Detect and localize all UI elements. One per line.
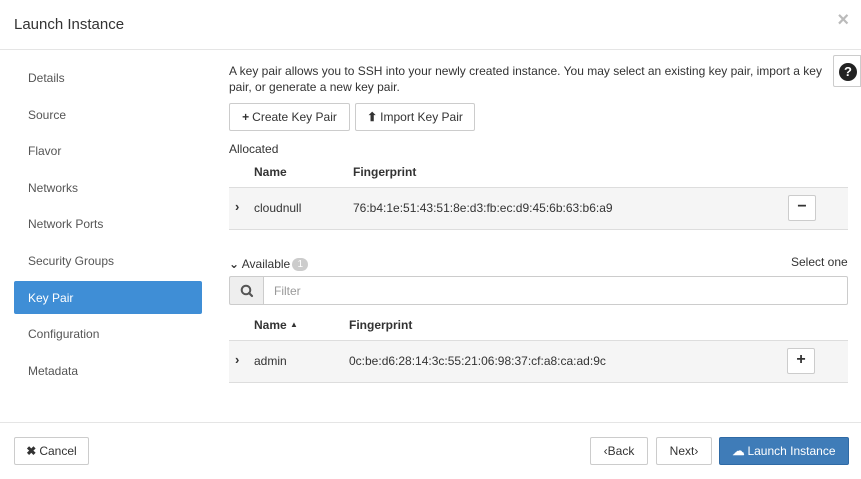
chevron-right-icon[interactable]: › <box>235 352 239 367</box>
dialog-title: Launch Instance <box>14 16 125 33</box>
chevron-down-icon: ⌄ <box>229 257 240 271</box>
chevron-right-icon: › <box>694 444 699 458</box>
upload-icon: ⬆ <box>367 110 378 124</box>
chevron-right-icon[interactable]: › <box>235 199 239 214</box>
available-fingerprint-header: Fingerprint <box>349 318 413 332</box>
sidebar-item-networks[interactable]: Networks <box>14 171 202 204</box>
dialog-header: Launch Instance × <box>0 0 861 50</box>
sidebar-item-network-ports[interactable]: Network Ports <box>14 207 202 240</box>
create-key-pair-button[interactable]: + Create Key Pair <box>229 103 350 131</box>
close-icon: ✖ <box>26 444 37 458</box>
sidebar-item-flavor[interactable]: Flavor <box>14 134 202 167</box>
available-label: Available <box>241 257 291 271</box>
divider <box>229 382 848 383</box>
available-toggle[interactable]: ⌄ Available 1 <box>229 257 309 271</box>
allocated-name-header: Name <box>254 165 287 179</box>
divider <box>229 229 848 230</box>
sidebar-item-source[interactable]: Source <box>14 98 202 131</box>
import-key-pair-button[interactable]: ⬆ Import Key Pair <box>355 103 475 131</box>
minus-icon: − <box>797 198 807 215</box>
allocated-key-fingerprint: 76:b4:1e:51:43:51:8e:d3:fb:ec:d9:45:6b:6… <box>353 201 613 215</box>
sidebar-item-security-groups[interactable]: Security Groups <box>14 244 202 277</box>
sidebar-item-metadata[interactable]: Metadata <box>14 354 202 387</box>
allocated-label: Allocated <box>229 142 279 156</box>
search-icon <box>240 284 254 298</box>
launch-instance-button[interactable]: ☁ Launch Instance <box>719 437 849 465</box>
remove-button[interactable]: − <box>788 195 816 221</box>
cloud-upload-icon: ☁ <box>732 444 745 458</box>
key-pair-description: A key pair allows you to SSH into your n… <box>229 64 822 94</box>
sidebar-item-details[interactable]: Details <box>14 61 202 94</box>
help-icon: ? <box>839 63 857 81</box>
next-button[interactable]: Next› <box>656 437 712 465</box>
back-button[interactable]: ‹Back <box>590 437 648 465</box>
available-count-badge: 1 <box>292 258 309 271</box>
allocated-key-name: cloudnull <box>254 201 302 215</box>
cancel-button[interactable]: ✖ Cancel <box>14 437 89 465</box>
available-name-header[interactable]: Name ▲ <box>254 318 298 332</box>
available-key-fingerprint: 0c:be:d6:28:14:3c:55:21:06:98:37:cf:a8:c… <box>349 354 606 368</box>
available-key-name: admin <box>254 354 287 368</box>
select-one-hint: Select one <box>791 255 848 269</box>
allocated-fingerprint-header: Fingerprint <box>353 165 417 179</box>
filter-input[interactable] <box>263 276 848 305</box>
allocate-button[interactable]: + <box>787 348 815 374</box>
sidebar-item-configuration[interactable]: Configuration <box>14 317 202 350</box>
filter-addon <box>229 276 263 305</box>
plus-icon: + <box>796 351 806 368</box>
plus-icon: + <box>242 110 250 124</box>
sort-ascending-icon: ▲ <box>290 320 298 329</box>
wizard-sidebar: Details Source Flavor Networks Network P… <box>14 61 202 390</box>
help-button[interactable]: ? <box>833 55 861 87</box>
close-icon[interactable]: × <box>837 10 849 30</box>
sidebar-item-key-pair[interactable]: Key Pair <box>14 280 202 314</box>
